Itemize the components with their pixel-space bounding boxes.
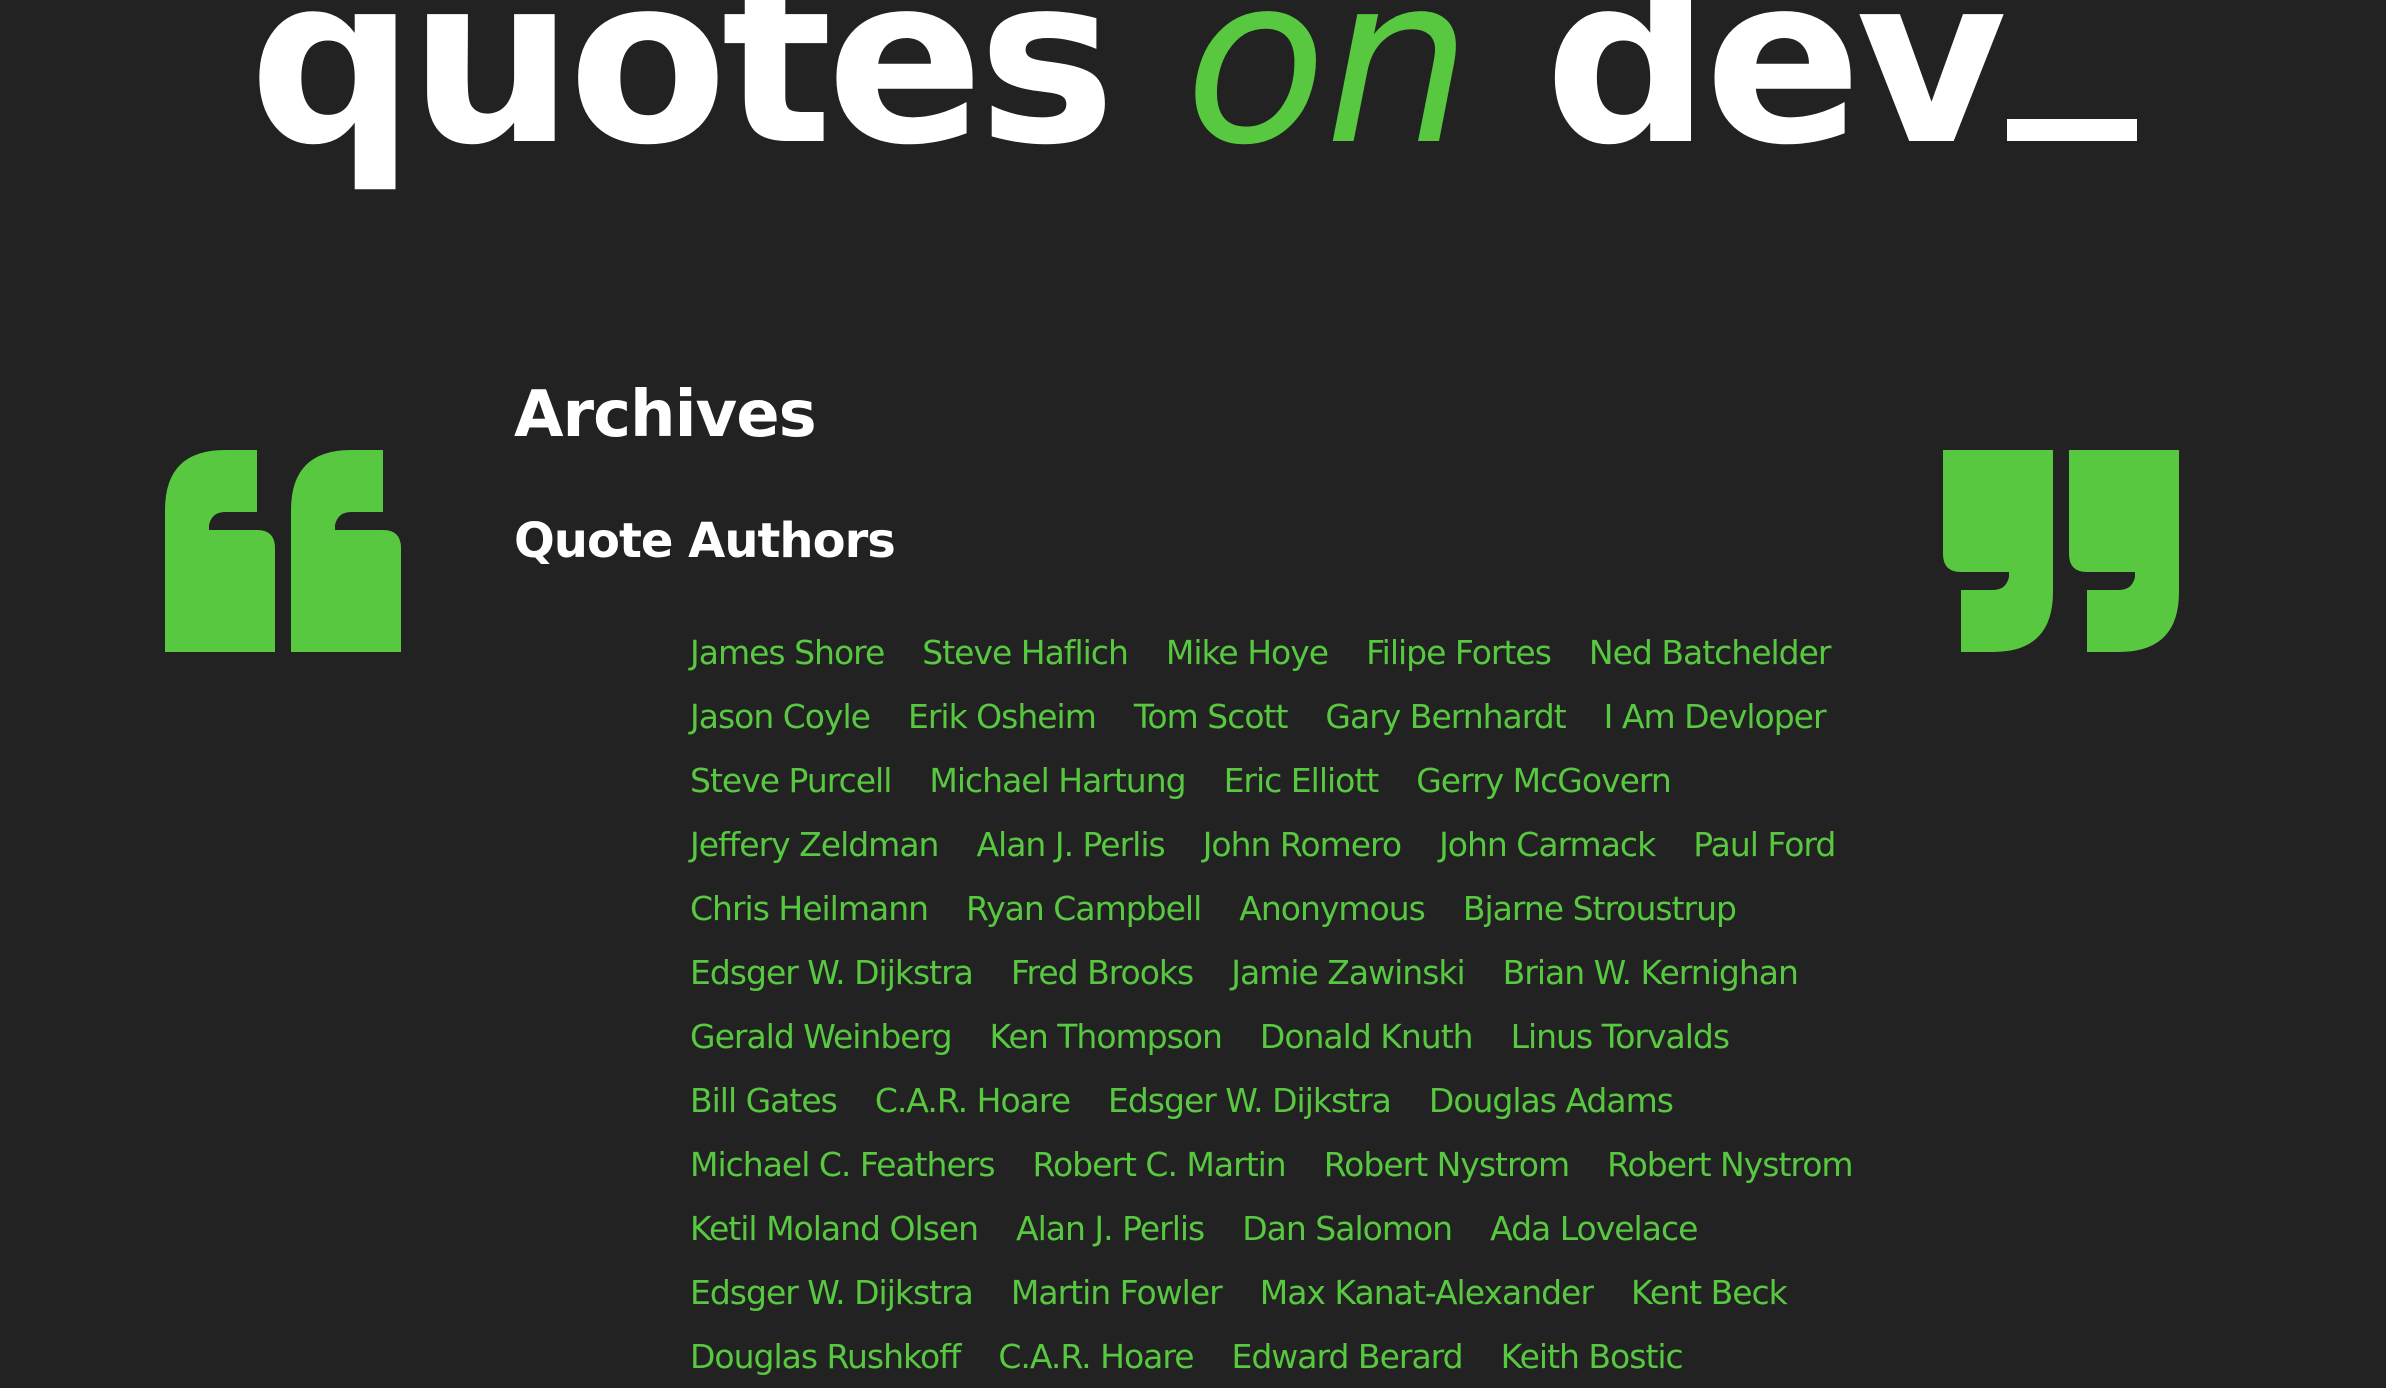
author-link[interactable]: Dan Salomon bbox=[1242, 1209, 1453, 1248]
author-link[interactable]: Gerald Weinberg bbox=[690, 1017, 953, 1056]
open-quote-icon bbox=[165, 450, 401, 652]
author-link[interactable]: Donald Knuth bbox=[1260, 1017, 1474, 1056]
logo-word-on: on bbox=[1184, 0, 1472, 196]
author-link[interactable]: Kent Beck bbox=[1631, 1273, 1788, 1312]
author-link[interactable]: Ned Batchelder bbox=[1589, 633, 1832, 672]
author-link[interactable]: Michael C. Feathers bbox=[690, 1145, 996, 1184]
author-link[interactable]: Ryan Campbell bbox=[966, 889, 1202, 928]
author-link[interactable]: Gerry McGovern bbox=[1416, 761, 1672, 800]
author-link[interactable]: Max Kanat-Alexander bbox=[1260, 1273, 1594, 1312]
author-link[interactable]: Douglas Adams bbox=[1429, 1081, 1674, 1120]
author-link[interactable]: Linus Torvalds bbox=[1511, 1017, 1730, 1056]
author-row: Chris Heilmann Ryan Campbell Anonymous Bjar… bbox=[690, 876, 1840, 940]
logo-cursor bbox=[2007, 119, 2138, 141]
author-link[interactable]: Filipe Fortes bbox=[1366, 633, 1552, 672]
author-row: Michael C. Feathers Robert C. Martin Rober… bbox=[690, 1132, 1854, 1196]
author-link[interactable]: Jason Coyle bbox=[690, 697, 871, 736]
author-link[interactable]: Paul Ford bbox=[1693, 825, 1836, 864]
logo-word-quotes: quotes bbox=[248, 0, 1116, 196]
author-row: Ketil Moland Olsen Alan J. Perlis Dan Salo… bbox=[690, 1196, 1840, 1260]
author-link[interactable]: Alan J. Perlis bbox=[976, 825, 1165, 864]
author-link[interactable]: Edsger W. Dijkstra bbox=[690, 953, 974, 992]
author-list: James Shore Steve Haflich Mike Hoye Filipe … bbox=[690, 620, 1854, 1388]
author-link[interactable]: Jeffery Zeldman bbox=[690, 825, 939, 864]
author-link[interactable]: C.A.R. Hoare bbox=[875, 1081, 1071, 1120]
author-link[interactable]: Ken Thompson bbox=[990, 1017, 1223, 1056]
author-row: Jason Coyle Erik Osheim Tom Scott Gary Bern… bbox=[690, 684, 1840, 748]
author-link[interactable]: C.A.R. Hoare bbox=[998, 1337, 1194, 1376]
author-link[interactable]: Martin Fowler bbox=[1011, 1273, 1223, 1312]
author-link[interactable]: Edsger W. Dijkstra bbox=[1108, 1081, 1392, 1120]
author-link[interactable]: Robert C. Martin bbox=[1033, 1145, 1287, 1184]
author-link[interactable]: Bill Gates bbox=[690, 1081, 838, 1120]
author-link[interactable]: Edsger W. Dijkstra bbox=[690, 1273, 974, 1312]
author-row: Steve Purcell Michael Hartung Eric Elliott… bbox=[690, 748, 1840, 812]
author-row: Bill Gates C.A.R. Hoare Edsger W. Dijkstra… bbox=[690, 1068, 1840, 1132]
author-link[interactable]: Alan J. Perlis bbox=[1016, 1209, 1205, 1248]
author-link[interactable]: Bjarne Stroustrup bbox=[1463, 889, 1737, 928]
author-link[interactable]: Brian W. Kernighan bbox=[1503, 953, 1799, 992]
site-logo[interactable]: quotes on dev bbox=[0, 0, 2386, 177]
author-link[interactable]: Edward Berard bbox=[1232, 1337, 1464, 1376]
author-link[interactable]: I Am Devloper bbox=[1604, 697, 1827, 736]
section-title: Quote Authors bbox=[514, 513, 896, 569]
author-link[interactable]: John Carmack bbox=[1439, 825, 1656, 864]
author-link[interactable]: Gary Bernhardt bbox=[1325, 697, 1566, 736]
page-title: Archives bbox=[514, 378, 817, 452]
author-link[interactable]: Jamie Zawinski bbox=[1231, 953, 1465, 992]
author-link[interactable]: Keith Bostic bbox=[1501, 1337, 1684, 1376]
author-link[interactable]: Robert Nystrom bbox=[1324, 1145, 1570, 1184]
author-link[interactable]: Mike Hoye bbox=[1166, 633, 1329, 672]
author-link[interactable]: Ketil Moland Olsen bbox=[690, 1209, 979, 1248]
author-link[interactable]: Robert Nystrom bbox=[1607, 1145, 1853, 1184]
author-row: James Shore Steve Haflich Mike Hoye Filipe … bbox=[690, 620, 1840, 684]
author-row: Edsger W. Dijkstra Martin Fowler Max Kanat… bbox=[690, 1260, 1840, 1324]
author-row: Edsger W. Dijkstra Fred Brooks Jamie Zawin… bbox=[690, 940, 1840, 1004]
author-link[interactable]: Ada Lovelace bbox=[1490, 1209, 1698, 1248]
author-link[interactable]: Fred Brooks bbox=[1011, 953, 1194, 992]
author-link[interactable]: Erik Osheim bbox=[908, 697, 1097, 736]
author-link[interactable]: Chris Heilmann bbox=[690, 889, 929, 928]
author-link[interactable]: Steve Purcell bbox=[690, 761, 892, 800]
author-link[interactable]: Douglas Rushkoff bbox=[690, 1337, 961, 1376]
author-link[interactable]: Michael Hartung bbox=[929, 761, 1186, 800]
author-link[interactable]: Anonymous bbox=[1239, 889, 1426, 928]
logo-word-dev: dev bbox=[1544, 0, 2007, 196]
author-row: Gerald Weinberg Ken Thompson Donald Knuth L… bbox=[690, 1004, 1840, 1068]
author-link[interactable]: Eric Elliott bbox=[1224, 761, 1380, 800]
author-row: Douglas Rushkoff C.A.R. Hoare Edward Berar… bbox=[690, 1324, 1840, 1388]
close-quote-icon bbox=[1943, 450, 2179, 652]
author-link[interactable]: Tom Scott bbox=[1134, 697, 1289, 736]
author-link[interactable]: John Romero bbox=[1203, 825, 1402, 864]
author-row: Jeffery Zeldman Alan J. Perlis John Romero… bbox=[690, 812, 1840, 876]
author-link[interactable]: Steve Haflich bbox=[922, 633, 1129, 672]
author-link[interactable]: James Shore bbox=[690, 633, 885, 672]
